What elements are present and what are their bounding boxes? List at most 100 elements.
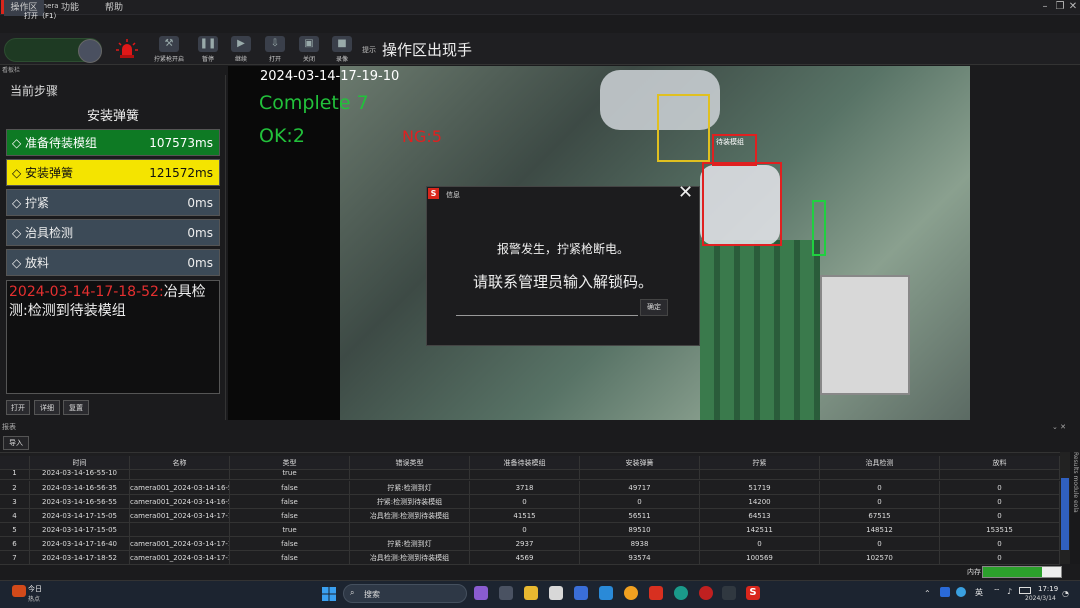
report-table: 时间 名称 类型 错误类型 准备待装模组 安装弹簧 拧紧 治具检测 放料 1 2024-03-14-… [0,452,1060,565]
table-row[interactable]: 4 2024-03-14-17-15-05 camera001_2024-03-14… [0,509,1060,523]
ng-count: NG:5 [402,127,442,146]
wps-icon[interactable] [649,586,663,600]
step-item-tighten: ◇ 拧紧 0ms [6,189,220,216]
dialog-logo-icon: S [428,188,439,199]
tray-cloud-icon[interactable] [956,587,966,597]
table-row[interactable]: 6 2024-03-14-17-16-40 camera001_2024-03-14… [0,537,1060,551]
start-button-label: 打开（F1） [24,12,61,20]
minimize-icon[interactable]: – [1038,0,1052,14]
table-cell: 拧紧:检测到待装模组 [350,495,470,509]
chrome-icon[interactable] [624,586,638,600]
import-button[interactable]: 导入 [3,436,29,450]
table-cell: 2024-03-14-17-16-40 [30,537,130,551]
input-language[interactable]: 英 [975,587,983,598]
notification-bell-icon[interactable]: ◔ [1062,589,1069,598]
table-cell: true [230,466,350,480]
screwdriver-enable-button[interactable]: ⚒ 拧紧枪开启 [150,36,188,63]
table-cell: 0 [940,481,1060,495]
memory-label: 内存 [967,568,981,576]
detail-button[interactable]: 详细 [34,400,60,415]
table-cell: 148512 [820,523,940,537]
restore-icon[interactable]: ❐ [1053,0,1067,14]
clock-time[interactable]: 17:19 [1038,585,1058,593]
clock-date[interactable]: 2024/3/14 [1025,595,1056,602]
table-cell: 51719 [700,481,820,495]
table-scrollbar-thumb[interactable] [1061,478,1069,550]
dialog-close-icon[interactable]: ✕ [678,182,693,203]
ai-camera-taskbar-icon[interactable]: S [746,586,760,600]
dialog-ok-button[interactable]: 确定 [640,299,668,316]
taskbar-search[interactable] [343,584,467,603]
resume-button[interactable]: ▶ 继续 [227,36,255,63]
wifi-icon[interactable]: ⌔ [993,587,1001,597]
table-cell: camera001_2024-03-14-16-5... [130,481,230,495]
table-row[interactable]: 7 2024-03-14-17-18-52 camera001_2024-03-14… [0,551,1060,565]
report-collapse-icon[interactable]: ⌄ ✕ [1052,423,1066,431]
battery-icon[interactable] [1019,587,1031,594]
open-icon: ⇩ [265,36,285,52]
word-icon[interactable] [574,586,588,600]
table-row[interactable]: 1 2024-03-14-16-55-10 true [0,466,1060,480]
volume-icon[interactable]: ♪ [1007,587,1012,596]
copilot-icon[interactable] [474,586,488,600]
table-cell: 2024-03-14-17-15-05 [30,509,130,523]
detection-label: 待装模组 [716,138,744,146]
table-cell: 拧紧:检测到灯 [350,537,470,551]
reset-button[interactable]: 复置 [63,400,89,415]
record-app-icon[interactable] [699,586,713,600]
tray-chevron-icon[interactable]: ⌃ [924,589,931,598]
menu-help[interactable]: 帮助 [96,0,132,16]
table-cell: false [230,481,350,495]
close-video-button[interactable]: ▣ 关闭 [295,36,323,63]
task-view-icon[interactable] [499,586,513,600]
weather-subtitle: 热点 [28,596,41,603]
table-cell: 3718 [470,481,580,495]
file-explorer-icon[interactable] [524,586,538,600]
close-icon[interactable]: ✕ [1066,0,1080,14]
weather-icon[interactable] [12,585,26,597]
step-item-fixture: ◇ 治具检测 0ms [6,219,220,246]
table-cell: 冶具检测:检测到待装模组 [350,551,470,565]
table-cell: 2024-03-14-16-55-10 [30,466,130,480]
table-row[interactable]: 2 2024-03-14-16-56-35 camera001_2024-03-14… [0,481,1060,495]
terminal-icon[interactable] [722,586,736,600]
table-cell: 6 [0,537,30,551]
table-cell: 0 [580,495,700,509]
table-cell: 0 [470,495,580,509]
table-cell: false [230,551,350,565]
table-cell: camera001_2024-03-14-16-5... [130,495,230,509]
pause-button[interactable]: ❚❚ 暂停 [194,36,222,63]
dialog-title: 信息 [446,191,460,199]
table-cell: 64513 [700,509,820,523]
record-button[interactable]: ■ 录像 [328,36,356,63]
taskbar-search-label: 搜索 [364,590,380,599]
alarm-light-icon [116,39,138,58]
step-item-spring: ◇ 安装弹簧 121572ms [6,159,220,186]
ok-count: OK:2 [259,125,305,147]
table-cell: 0 [940,509,1060,523]
circuit-board-stack [700,240,820,420]
table-cell [130,523,230,537]
unlock-code-input[interactable] [456,299,638,316]
open-video-button[interactable]: ⇩ 打开 [261,36,289,63]
edge-icon[interactable] [674,586,688,600]
table-row[interactable]: 5 2024-03-14-17-15-05 true 0 89510 142511 1485… [0,523,1060,537]
windows-start-icon[interactable] [322,587,336,601]
dialog-message-alarm: 报警发生，拧紧枪断电。 [496,242,629,256]
resume-icon: ▶ [231,36,251,52]
table-cell: 4 [0,509,30,523]
monitor-icon[interactable] [599,586,613,600]
table-row[interactable]: 3 2024-03-14-16-56-55 camera001_2024-03-14… [0,495,1060,509]
memory-bar-fill [983,567,1042,577]
toggle-knob[interactable] [78,39,102,63]
table-cell: 8938 [580,537,700,551]
current-step-label: 当前步骤 [10,84,59,98]
open-button[interactable]: 打开 [6,400,30,415]
table-cell: 2024-03-14-17-18-52 [30,551,130,565]
table-cell: true [230,523,350,537]
hint-label: 提示 [362,46,376,54]
status-bar [0,565,1080,579]
side-tabs[interactable]: Results module eola [1070,452,1080,564]
tray-app-icon[interactable] [940,587,950,597]
notepad-icon[interactable] [549,586,563,600]
